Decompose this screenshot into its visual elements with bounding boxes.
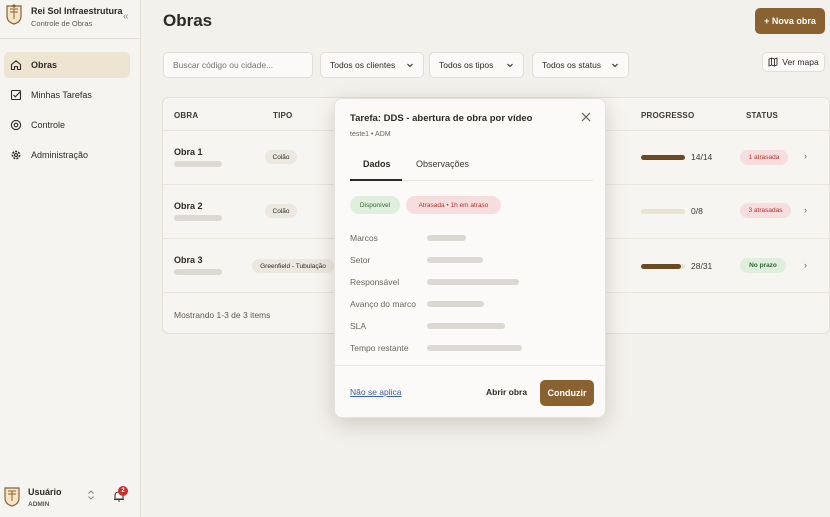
sidebar: Rei Sol Infraestrutura Controle de Obras… — [0, 0, 141, 517]
code-placeholder — [174, 161, 222, 167]
type-tag: Colão — [265, 150, 297, 164]
field-label-avanco-do-marco: Avanço do marco — [350, 299, 416, 309]
user-name: Usuário — [28, 487, 62, 497]
clients-filter-select[interactable]: Todos os clientes — [320, 52, 424, 78]
field-label-marcos: Marcos — [350, 233, 378, 243]
types-filter-select[interactable]: Todos os tipos — [429, 52, 524, 78]
user-role: ADMIN — [28, 501, 50, 508]
close-icon[interactable] — [580, 111, 592, 123]
chevron-right-icon[interactable]: › — [804, 260, 807, 270]
field-value-placeholder — [427, 345, 522, 351]
progress-fill — [641, 155, 685, 160]
clients-filter-label: Todos os clientes — [330, 60, 396, 70]
field-value-placeholder — [427, 235, 466, 241]
status-badge: No prazo — [740, 258, 786, 273]
progress-text: 28/31 — [691, 261, 713, 271]
home-icon — [9, 58, 23, 72]
chevron-down-icon — [612, 63, 618, 68]
progress-bar — [641, 264, 685, 269]
progress-fill — [641, 264, 681, 269]
user-profile: Usuário ADMIN 2 — [0, 482, 140, 512]
field-value-placeholder — [427, 257, 483, 263]
column-header-progresso: PROGRESSO — [641, 111, 695, 120]
code-placeholder — [174, 269, 222, 275]
field-label-sla: SLA — [350, 321, 367, 331]
type-tag: Colão — [265, 204, 297, 218]
column-header-tipo: TIPO — [273, 111, 293, 120]
column-header-obra: OBRA — [174, 111, 199, 120]
tab-observacoes[interactable]: Observações — [416, 159, 469, 169]
sidebar-item-controle[interactable]: Controle — [4, 112, 130, 138]
user-menu-toggle-icon[interactable] — [87, 490, 95, 502]
notification-count-badge: 2 — [118, 486, 128, 496]
pagination-summary: Mostrando 1-3 de 3 items — [174, 310, 271, 320]
field-value-placeholder — [427, 301, 484, 307]
sidebar-item-label: Obras — [31, 60, 58, 70]
field-value-placeholder — [427, 323, 505, 329]
target-icon — [9, 118, 23, 132]
sidebar-item-administracao[interactable]: Administração — [4, 142, 130, 168]
column-header-status: STATUS — [746, 111, 779, 120]
obra-name: Obra 1 — [174, 147, 203, 157]
sidebar-item-obras[interactable]: Obras — [4, 52, 130, 78]
progress-bar — [641, 209, 685, 214]
modal-subtitle: teste1 • ADM — [350, 131, 391, 138]
crest-logo-icon — [6, 4, 22, 25]
view-map-button[interactable]: Ver mapa — [762, 52, 825, 72]
status-filter-select[interactable]: Todos os status — [532, 52, 629, 78]
collapse-sidebar-button[interactable]: « — [123, 11, 129, 22]
status-badge: 3 atrasadas — [740, 203, 791, 218]
available-badge: Disponível — [350, 196, 400, 214]
chevron-down-icon — [507, 63, 513, 68]
gear-icon — [9, 148, 23, 162]
types-filter-label: Todos os tipos — [439, 60, 494, 70]
task-modal: Tarefa: DDS - abertura de obra por vídeo… — [334, 98, 606, 418]
obra-name: Obra 2 — [174, 201, 203, 211]
brand-subtitle: Controle de Obras — [31, 19, 93, 28]
sidebar-item-minhas-tarefas[interactable]: Minhas Tarefas — [4, 82, 130, 108]
open-obra-button[interactable]: Abrir obra — [486, 387, 527, 397]
sidebar-item-label: Controle — [31, 120, 66, 130]
type-tag: Greenfield - Tubulação — [252, 259, 334, 273]
brand: Rei Sol Infraestrutura Controle de Obras… — [5, 3, 139, 33]
sidebar-item-label: Administração — [31, 150, 89, 160]
modal-title: Tarefa: DDS - abertura de obra por vídeo — [350, 113, 533, 124]
modal-footer-divider — [335, 365, 605, 366]
field-value-placeholder — [427, 279, 519, 285]
brand-name: Rei Sol Infraestrutura — [31, 6, 123, 16]
chevron-right-icon[interactable]: › — [804, 151, 807, 161]
view-map-label: Ver mapa — [782, 57, 819, 67]
active-tab-indicator — [350, 179, 402, 181]
map-icon — [768, 57, 778, 67]
progress-text: 0/8 — [691, 206, 703, 216]
search-input[interactable] — [163, 52, 313, 78]
not-applicable-link[interactable]: Não se aplica — [350, 387, 402, 397]
status-filter-label: Todos os status — [542, 60, 602, 70]
late-badge: Atrasada • 1h em atraso — [406, 196, 501, 214]
page-title: Obras — [163, 11, 213, 30]
obra-name: Obra 3 — [174, 255, 203, 265]
avatar — [4, 487, 20, 507]
sidebar-divider — [0, 38, 140, 39]
field-label-tempo-restante: Tempo restante — [350, 343, 409, 353]
progress-text: 14/14 — [691, 152, 713, 162]
task-check-icon — [9, 88, 23, 102]
conduct-button[interactable]: Conduzir — [540, 380, 594, 406]
field-label-setor: Setor — [350, 255, 371, 265]
code-placeholder — [174, 215, 222, 221]
field-label-responsavel: Responsável — [350, 277, 400, 287]
tab-dados[interactable]: Dados — [363, 159, 391, 169]
chevron-down-icon — [407, 63, 413, 68]
new-obra-button[interactable]: + Nova obra — [755, 8, 825, 34]
sidebar-item-label: Minhas Tarefas — [31, 90, 92, 100]
chevron-right-icon[interactable]: › — [804, 205, 807, 215]
progress-bar — [641, 155, 685, 160]
status-badge: 1 atrasada — [740, 150, 788, 165]
